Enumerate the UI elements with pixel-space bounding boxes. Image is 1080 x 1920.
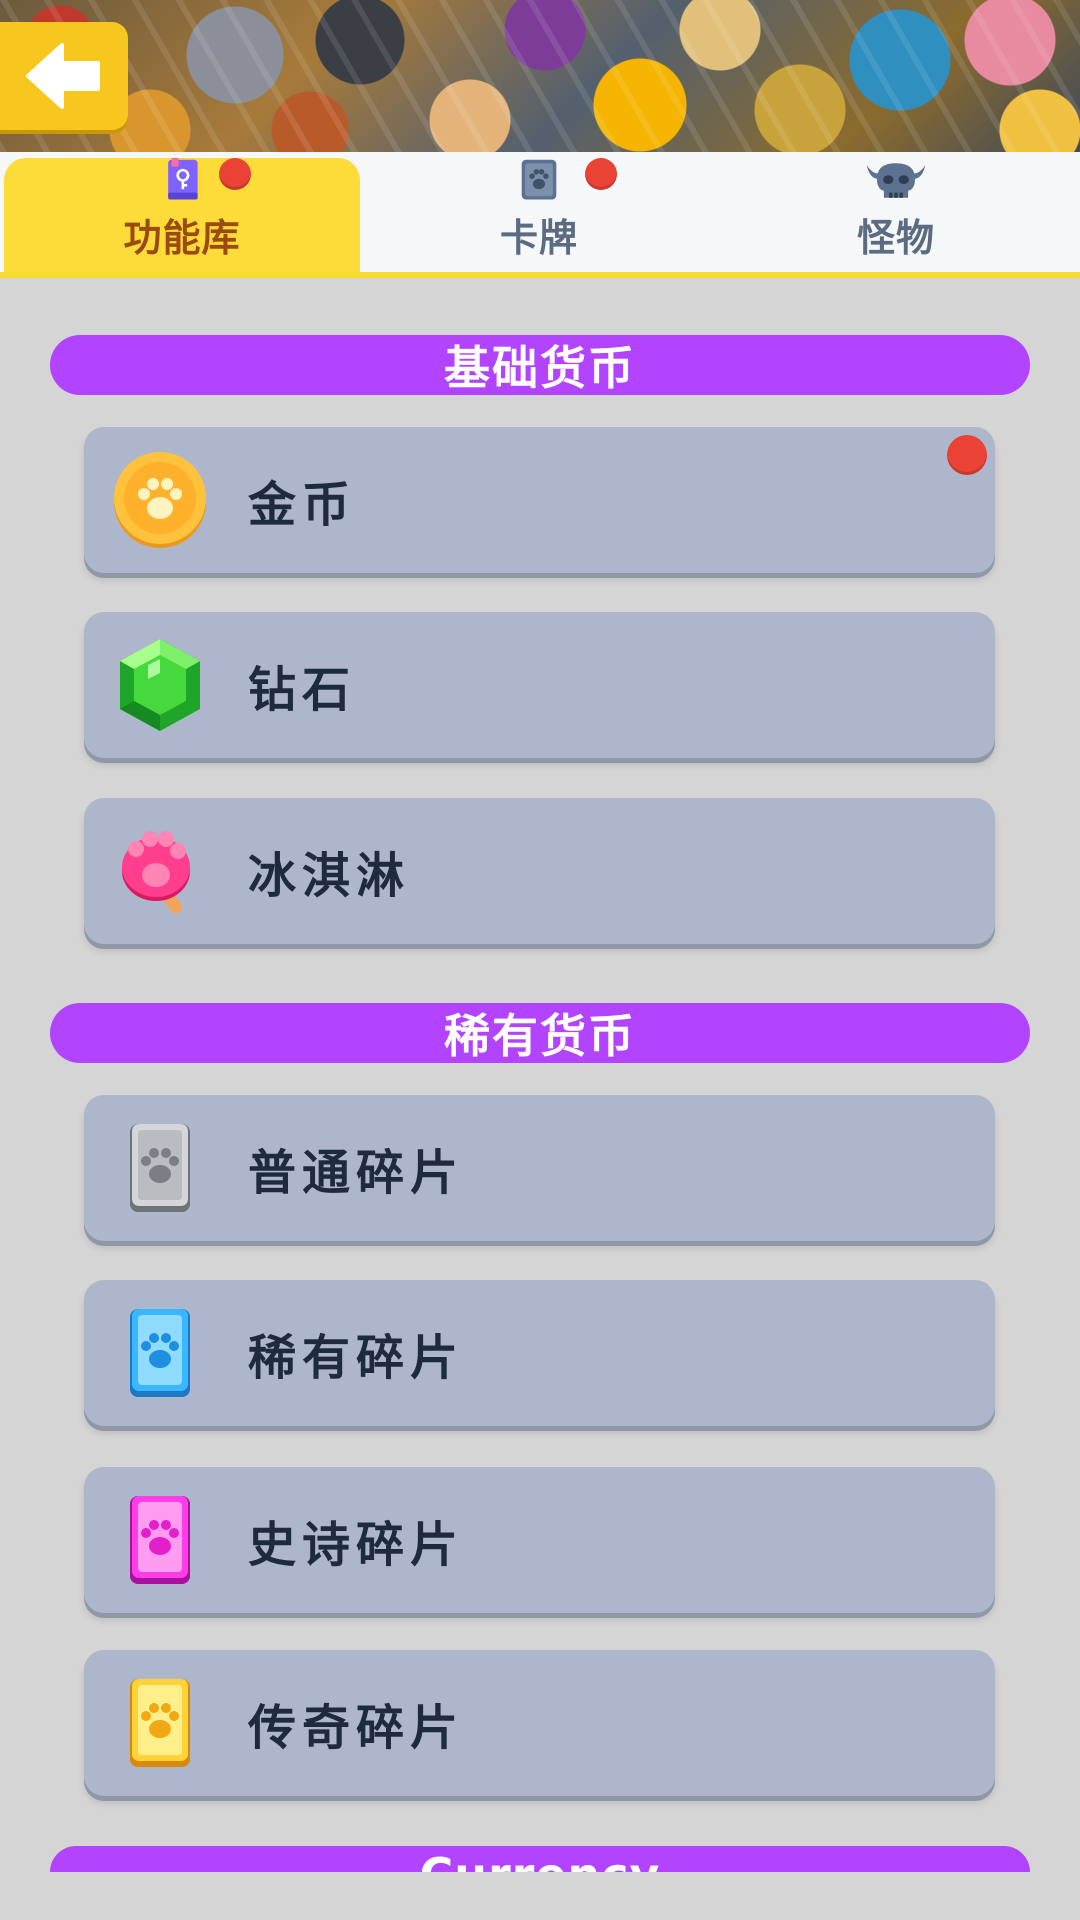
currency-row-rare-fragment[interactable]: 稀有碎片 xyxy=(84,1280,995,1426)
green-gem-icon xyxy=(120,639,200,731)
gold-paw-coin-icon xyxy=(114,452,206,548)
tab-library[interactable]: 功能库 xyxy=(4,158,360,272)
gold-card-fragment-icon xyxy=(130,1679,190,1767)
notification-badge xyxy=(219,158,251,190)
back-arrow-icon xyxy=(26,43,100,109)
section-header-partial: Currency xyxy=(50,1846,1030,1872)
gray-card-fragment-icon xyxy=(130,1124,190,1212)
currency-label: 普通碎片 xyxy=(248,1145,465,1201)
currency-row-common-fragment[interactable]: 普通碎片 xyxy=(84,1095,995,1241)
notification-badge xyxy=(585,158,617,190)
tab-cards[interactable]: 卡牌 xyxy=(361,158,717,272)
currency-label: 传奇碎片 xyxy=(248,1700,465,1756)
blue-card-fragment-icon xyxy=(130,1309,190,1397)
currency-label: 金币 xyxy=(248,477,357,533)
tab-bar: 功能库 卡牌 怪物 xyxy=(0,152,1080,278)
purple-card-fragment-icon xyxy=(130,1496,190,1584)
currency-row-legendary-fragment[interactable]: 传奇碎片 xyxy=(84,1650,995,1796)
notification-badge xyxy=(947,435,987,475)
section-header-basic: 基础货币 xyxy=(50,335,1030,395)
currency-label: 钻石 xyxy=(248,662,357,718)
currency-label: 稀有碎片 xyxy=(248,1330,465,1386)
currency-row-icecream[interactable]: 冰淇淋 xyxy=(84,798,995,944)
currency-label: 冰淇淋 xyxy=(248,848,411,904)
header-banner xyxy=(0,0,1080,152)
back-button[interactable] xyxy=(0,22,128,130)
section-header-rare: 稀有货币 xyxy=(50,1003,1030,1063)
tab-library-label: 功能库 xyxy=(123,216,241,260)
tab-monsters-label: 怪物 xyxy=(856,216,935,260)
currency-row-epic-fragment[interactable]: 史诗碎片 xyxy=(84,1467,995,1613)
paw-card-icon xyxy=(521,159,557,200)
currency-row-diamond[interactable]: 钻石 xyxy=(84,612,995,758)
book-key-icon xyxy=(168,158,198,200)
currency-label: 史诗碎片 xyxy=(248,1517,465,1573)
horned-skull-icon xyxy=(866,163,926,198)
pink-paw-icecream-icon xyxy=(122,831,190,914)
section-header-partial-label: Currency xyxy=(50,1848,1030,1872)
currency-row-gold[interactable]: 金币 xyxy=(84,427,995,573)
tab-cards-label: 卡牌 xyxy=(499,216,578,260)
tab-monsters[interactable]: 怪物 xyxy=(718,158,1074,272)
